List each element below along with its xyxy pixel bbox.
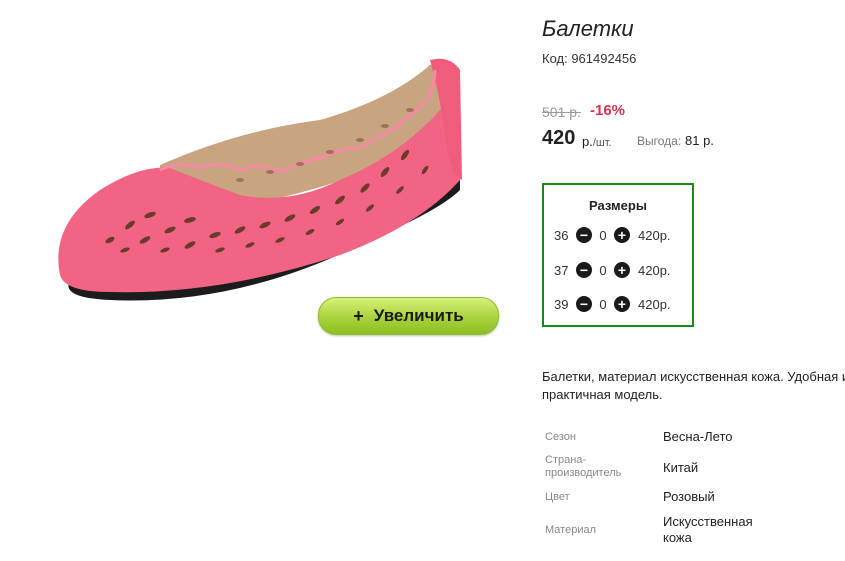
size-row: 37 − 0 + 420р. (554, 260, 671, 280)
minus-icon[interactable]: − (576, 262, 592, 278)
size-price: 420р. (638, 296, 671, 312)
price-currency: р. (582, 134, 593, 149)
discount-badge: -16% (590, 102, 626, 119)
benefit-label: Выгода: (637, 134, 682, 148)
description-line: практичная модель. (542, 387, 663, 402)
size-row: 39 − 0 + 420р. (554, 294, 671, 314)
current-price: 420 (542, 127, 576, 149)
ballet-flat-shoe-image (58, 58, 462, 301)
product-description: Балетки, материал искусственная кожа. Уд… (542, 368, 845, 404)
price-unit: р./шт. (582, 134, 612, 149)
description-line: Балетки, материал искусственная кожа. Уд… (542, 369, 845, 384)
size-quantity: 0 (599, 296, 607, 312)
size-number: 37 (554, 262, 569, 278)
benefit-value: 81 р. (685, 133, 714, 148)
price-per-unit: /шт. (592, 137, 612, 149)
sizes-title: Размеры (589, 198, 647, 213)
minus-icon[interactable]: − (576, 227, 592, 243)
size-row: 36 − 0 + 420р. (554, 225, 671, 245)
plus-icon: + (353, 305, 364, 326)
size-number: 39 (554, 296, 569, 312)
old-price: 501 р. (542, 104, 581, 120)
property-label: Материал (545, 524, 596, 536)
sizes-panel: Размеры 36 − 0 + 420р. 37 − 0 + 420р. 39… (542, 183, 694, 327)
property-value: Весна-Лето (663, 429, 733, 444)
property-label: Цвет (545, 491, 570, 503)
minus-icon[interactable]: − (576, 296, 592, 312)
property-label: Страна- производитель (545, 454, 622, 479)
size-number: 36 (554, 227, 569, 243)
size-quantity: 0 (599, 262, 607, 278)
zoom-button-label: Увеличить (373, 306, 464, 325)
zoom-button[interactable]: + Увеличить (318, 297, 499, 335)
product-title: Балетки (542, 16, 634, 41)
size-price: 420р. (638, 227, 671, 243)
plus-icon[interactable]: + (614, 227, 630, 243)
product-image[interactable] (40, 40, 480, 310)
plus-icon[interactable]: + (614, 296, 630, 312)
property-value: Розовый (663, 489, 715, 504)
size-price: 420р. (638, 262, 671, 278)
property-value: Китай (663, 460, 699, 475)
property-label: Сезон (545, 431, 576, 443)
size-quantity: 0 (599, 227, 607, 243)
plus-icon[interactable]: + (614, 262, 630, 278)
property-value: Искусственная кожа (663, 514, 753, 545)
product-code: Код: 961492456 (542, 51, 637, 66)
